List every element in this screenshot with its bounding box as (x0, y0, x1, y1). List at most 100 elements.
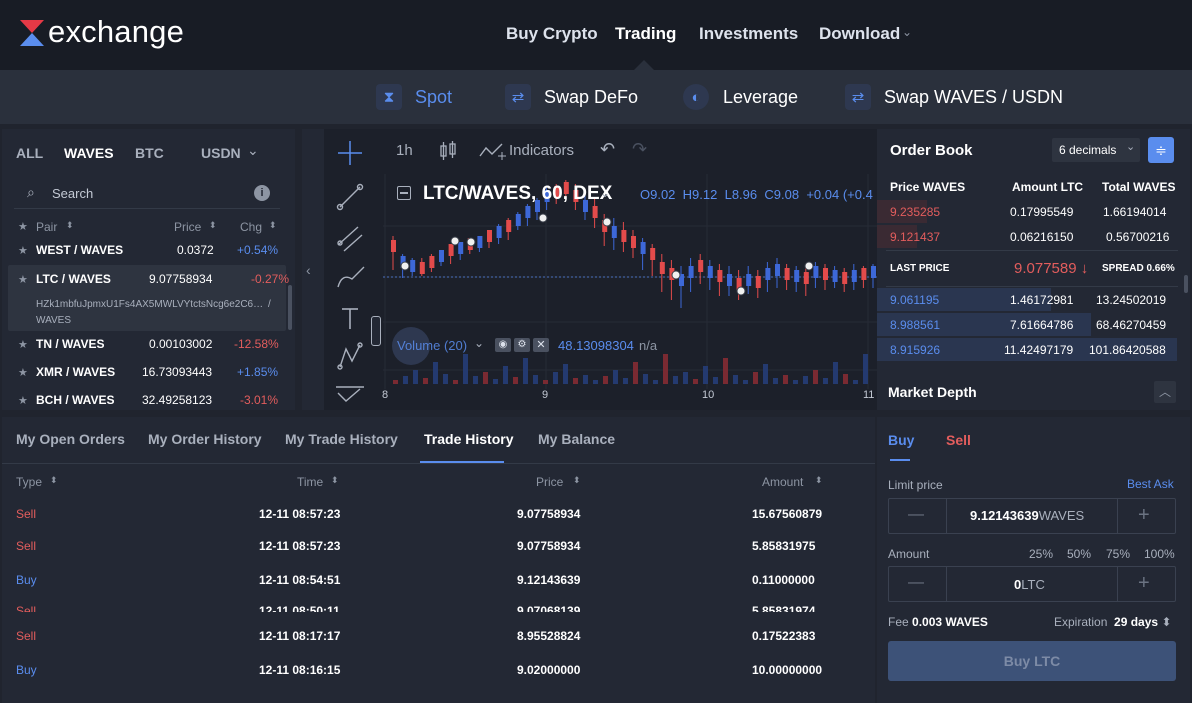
chart-symbol[interactable]: LTC/WAVES, 60, DEX (423, 183, 612, 205)
star-icon[interactable]: ★ (18, 273, 28, 286)
tab-my-trade-history[interactable]: My Trade History (285, 431, 398, 447)
chevron-up-icon[interactable]: ︿ (1154, 381, 1176, 403)
sort-icon[interactable]: ⬍ (815, 475, 823, 486)
best-ask-link[interactable]: Best Ask (1127, 477, 1174, 491)
price-chart[interactable] (383, 174, 877, 410)
sort-icon[interactable]: ⬍ (66, 220, 74, 231)
nav-buy-crypto[interactable]: Buy Crypto (506, 24, 598, 44)
tab-my-balance[interactable]: My Balance (538, 431, 615, 447)
subnav-swap-pair[interactable]: Swap WAVES / USDN (884, 87, 1063, 108)
tab-sell[interactable]: Sell (946, 432, 971, 448)
tab-waves[interactable]: WAVES (64, 145, 114, 161)
minus-button[interactable]: — (908, 506, 924, 524)
star-icon[interactable]: ★ (18, 220, 28, 233)
col-header-price[interactable]: Price (174, 220, 201, 234)
chevron-down-icon[interactable]: ⌄ (474, 336, 484, 350)
trendline-icon[interactable] (336, 183, 364, 211)
volume-bar (683, 372, 688, 384)
sort-icon[interactable]: ⬍ (50, 475, 58, 486)
star-icon[interactable]: ★ (18, 244, 28, 257)
col-header-amount[interactable]: Amount (762, 475, 803, 489)
candle-body (496, 226, 502, 238)
text-tool-icon[interactable] (342, 308, 358, 329)
col-header-chg[interactable]: Chg (240, 220, 262, 234)
pattern-icon[interactable] (337, 342, 363, 370)
pair-price: 32.49258123 (142, 393, 213, 407)
indicators-button[interactable]: Indicators (509, 142, 574, 159)
star-icon[interactable]: ★ (18, 366, 28, 379)
scrollbar[interactable] (1184, 275, 1188, 293)
candle-body (861, 268, 867, 280)
interval-selector[interactable]: 1h (396, 142, 413, 159)
minus-button[interactable]: — (908, 574, 924, 592)
tab-buy[interactable]: Buy (888, 432, 914, 448)
volume-label[interactable]: Volume (20) (397, 338, 467, 353)
nav-trading[interactable]: Trading (615, 24, 676, 44)
nav-download[interactable]: Download (819, 24, 900, 44)
limit-price-input[interactable]: 9.12143639WAVES (970, 508, 1084, 523)
brush-icon[interactable] (337, 266, 365, 288)
pitchfork-icon[interactable] (337, 226, 363, 252)
col-header-pair[interactable]: Pair (36, 220, 57, 234)
nav-investments[interactable]: Investments (699, 24, 798, 44)
buy-submit-button[interactable]: Buy LTC (888, 641, 1176, 681)
col-header-type[interactable]: Type (16, 475, 42, 489)
star-icon[interactable]: ★ (18, 338, 28, 351)
chevron-down-icon[interactable]: ⌄ (247, 142, 259, 159)
subnav-spot[interactable]: Spot (415, 87, 452, 108)
scrollbar[interactable] (288, 285, 292, 330)
market-depth-title[interactable]: Market Depth (888, 384, 977, 400)
sort-icon[interactable]: ⬍ (209, 220, 217, 231)
undo-icon[interactable]: ↶ (600, 139, 615, 160)
tab-trade-history[interactable]: Trade History (424, 431, 513, 447)
col-header-price[interactable]: Price (536, 475, 563, 489)
tab-my-order-history[interactable]: My Order History (148, 431, 262, 447)
splitter-handle[interactable] (371, 316, 381, 346)
spread: SPREAD 0.66% (1102, 263, 1175, 274)
volume-bar (713, 377, 718, 384)
pct-75-button[interactable]: 75% (1106, 547, 1130, 561)
pct-25-button[interactable]: 25% (1029, 547, 1053, 561)
expiration-select[interactable]: Expiration 29 days ⬍ (1054, 615, 1172, 629)
brand-name[interactable]: exchange (48, 14, 184, 50)
chevron-down-icon[interactable]: ⌄ (600, 186, 610, 200)
pct-100-button[interactable]: 100% (1144, 547, 1175, 561)
amount-input[interactable]: 0LTC (1014, 577, 1045, 592)
trade-marker (736, 286, 746, 296)
active-tab-indicator (890, 459, 910, 461)
star-icon[interactable]: ★ (18, 394, 28, 407)
crosshair-icon[interactable] (338, 141, 362, 165)
search-input[interactable]: Search (52, 186, 93, 201)
prediction-icon[interactable] (336, 386, 364, 402)
book-mode-icon[interactable]: ≑ (1148, 137, 1174, 163)
indicators-icon[interactable] (478, 140, 506, 162)
subnav-swap-defo[interactable]: Swap DeFo (544, 87, 638, 108)
pct-50-button[interactable]: 50% (1067, 547, 1091, 561)
candle-body (851, 270, 857, 282)
tab-all[interactable]: ALL (16, 145, 43, 161)
subnav-leverage[interactable]: Leverage (723, 87, 798, 108)
plus-button[interactable]: + (1138, 572, 1150, 595)
volume-bar (553, 372, 558, 384)
ohlc-open: O9.02 (640, 187, 676, 202)
chevron-down-icon[interactable]: ⌄ (902, 25, 912, 39)
sort-icon[interactable]: ⬍ (331, 475, 339, 486)
sort-icon[interactable]: ⬍ (573, 475, 581, 486)
sort-icon[interactable]: ⬍ (269, 220, 277, 231)
tab-my-open-orders[interactable]: My Open Orders (16, 431, 125, 447)
expiration-label: Expiration (1054, 615, 1108, 629)
chevron-left-icon[interactable]: ‹ (306, 262, 311, 278)
gear-icon[interactable]: ⚙ (514, 338, 530, 352)
last-price-value: 9.077589 (1014, 260, 1077, 277)
redo-icon[interactable]: ↷ (632, 139, 647, 160)
close-icon[interactable]: ✕ (533, 338, 549, 352)
divider (2, 463, 875, 464)
info-icon[interactable]: i (254, 185, 270, 201)
tab-usdn[interactable]: USDN (201, 145, 241, 161)
candles-icon[interactable] (438, 140, 458, 162)
plus-button[interactable]: + (1138, 504, 1150, 527)
chevron-down-icon[interactable]: ⌄ (1126, 140, 1135, 153)
col-header-time[interactable]: Time (297, 475, 323, 489)
eye-icon[interactable]: ◉ (495, 338, 511, 352)
tab-btc[interactable]: BTC (135, 145, 164, 161)
